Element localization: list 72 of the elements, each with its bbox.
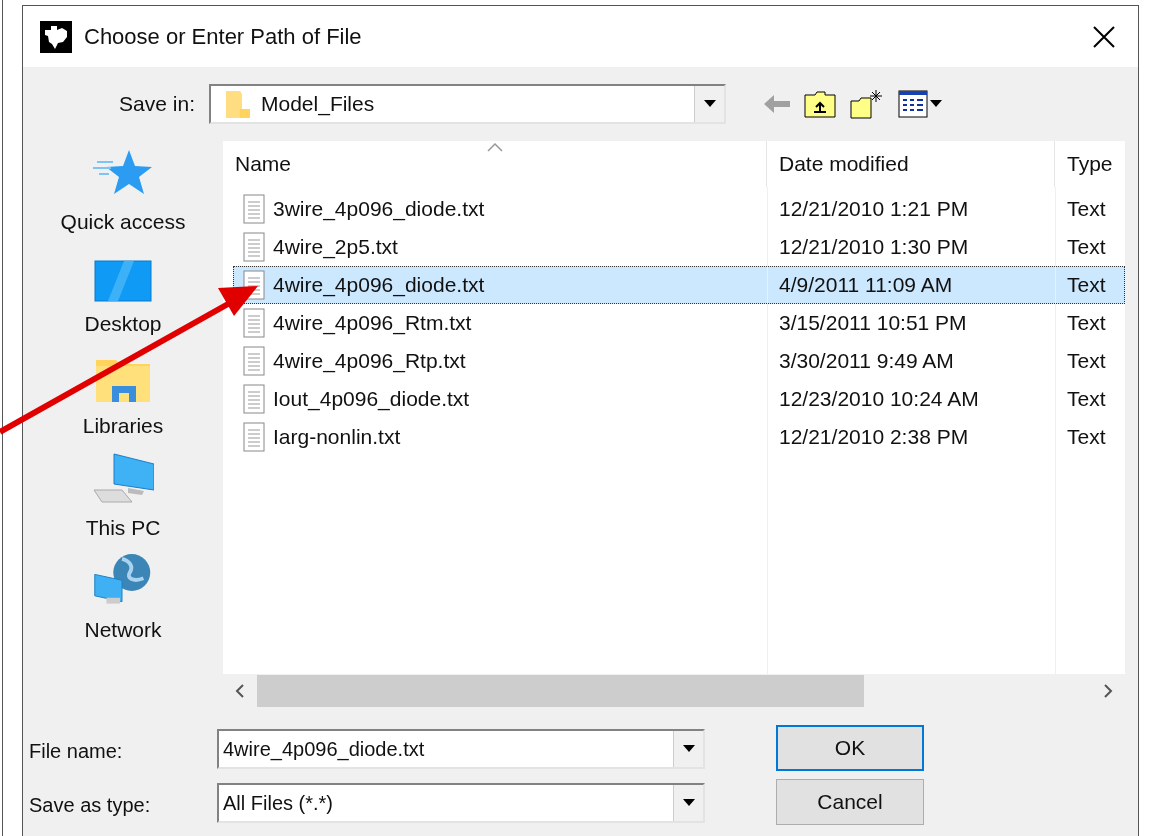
file-name: 4wire_2p5.txt — [273, 234, 398, 261]
sort-ascending-icon — [486, 143, 503, 152]
dropdown-arrow-icon — [682, 745, 695, 753]
file-name: 4wire_4p096_Rtm.txt — [273, 310, 472, 337]
dialog-button[interactable]: Cancel — [776, 779, 924, 825]
places-item[interactable]: Desktop — [48, 247, 198, 349]
up-folder-icon[interactable] — [804, 90, 836, 118]
file-row[interactable]: Iarg-nonlin.txt 12/21/2010 2:38 PM Text — [233, 418, 1125, 456]
places-item[interactable]: Network — [48, 553, 198, 655]
file-date: 12/21/2010 1:21 PM — [778, 196, 970, 223]
file-type-label: Save as type: — [29, 793, 152, 818]
places-item[interactable]: Quick access — [48, 145, 198, 247]
details-view-icon — [898, 90, 928, 118]
file-type: Text — [1066, 272, 1106, 299]
document-icon — [243, 346, 265, 376]
column-header[interactable]: Name — [223, 141, 767, 187]
file-name: 4wire_4p096_Rtp.txt — [273, 348, 466, 375]
dropdown-button[interactable] — [673, 785, 703, 821]
file-row[interactable]: Iout_4p096_diode.txt 12/23/2010 10:24 AM Text — [233, 380, 1125, 418]
file-type: Text — [1066, 196, 1106, 223]
dropdown-button[interactable] — [673, 731, 703, 767]
file-row[interactable]: 4wire_4p096_diode.txt 4/9/2011 11:09 AM Text — [233, 266, 1125, 304]
file-type: Text — [1066, 310, 1106, 337]
close-icon[interactable] — [1093, 25, 1115, 48]
document-icon — [243, 422, 265, 452]
combo-value: 4wire_4p096_diode.txt — [222, 737, 426, 763]
file-type: Text — [1066, 386, 1106, 413]
file-type: Text — [1066, 348, 1106, 375]
file-date: 3/15/2011 10:51 PM — [778, 310, 968, 337]
dropdown-arrow-icon — [703, 100, 716, 108]
file-name: 3wire_4p096_diode.txt — [273, 196, 485, 223]
places-item[interactable]: Libraries — [48, 349, 198, 451]
places-item[interactable]: This PC — [48, 451, 198, 553]
file-name-label: File name: — [29, 739, 124, 764]
document-icon — [243, 308, 265, 338]
file-row[interactable]: 3wire_4p096_diode.txt 12/21/2010 1:21 PM Text — [233, 190, 1125, 228]
file-date: 12/21/2010 1:30 PM — [778, 234, 970, 261]
combo-value: All Files (*.*) — [222, 791, 334, 816]
window-title: Choose or Enter Path of File — [84, 23, 363, 51]
save-in-label: Save in: — [118, 91, 196, 118]
document-icon — [243, 384, 265, 414]
view-menu-button[interactable] — [898, 90, 942, 118]
file-date: 3/30/2011 9:49 AM — [778, 348, 955, 375]
computer-icon — [92, 451, 154, 506]
file-row[interactable]: 4wire_4p096_Rtm.txt 3/15/2011 10:51 PM Text — [233, 304, 1125, 342]
file-name: Iarg-nonlin.txt — [273, 424, 401, 451]
file-type: Text — [1066, 234, 1106, 261]
combo-value: Model_Files — [260, 91, 376, 118]
file-name-combo[interactable]: 4wire_4p096_diode.txt — [217, 729, 705, 769]
dropdown-arrow-icon — [930, 100, 942, 108]
file-date: 12/21/2010 2:38 PM — [778, 424, 970, 451]
dropdown-arrow-icon — [682, 799, 695, 807]
file-type-combo[interactable]: All Files (*.*) — [217, 783, 705, 823]
folder-icon — [225, 89, 251, 119]
file-date: 4/9/2011 11:09 AM — [778, 272, 954, 299]
dialog-button[interactable]: OK — [776, 725, 924, 771]
file-name: 4wire_4p096_diode.txt — [273, 272, 485, 299]
column-header[interactable]: Date modified — [767, 141, 1055, 187]
desktop-icon — [94, 259, 152, 302]
file-type: Text — [1066, 424, 1106, 451]
file-row[interactable]: 4wire_4p096_Rtp.txt 3/30/2011 9:49 AM Text — [233, 342, 1125, 380]
column-header[interactable]: Type — [1055, 141, 1125, 187]
dropdown-button[interactable] — [694, 86, 724, 122]
app-logo-icon — [40, 20, 72, 53]
scrollbar-thumb[interactable] — [257, 675, 864, 707]
save-in-combo[interactable]: Model_Files — [209, 84, 726, 124]
document-icon — [243, 194, 265, 224]
file-name: Iout_4p096_diode.txt — [273, 386, 470, 413]
document-icon — [243, 232, 265, 262]
file-date: 12/23/2010 10:24 AM — [778, 386, 980, 413]
new-folder-icon[interactable] — [850, 89, 884, 119]
file-row[interactable]: 4wire_2p5.txt 12/21/2010 1:30 PM Text — [233, 228, 1125, 266]
